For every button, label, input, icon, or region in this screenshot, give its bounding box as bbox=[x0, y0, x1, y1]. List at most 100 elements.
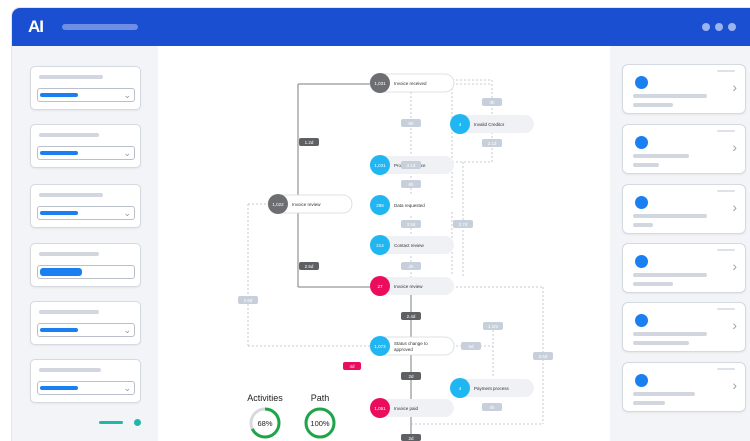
edge-badge: 2.6d bbox=[238, 296, 258, 304]
edge-badge: 2.7d bbox=[453, 220, 473, 228]
case-card[interactable]: › bbox=[622, 124, 746, 174]
filter-select[interactable]: ⌄ bbox=[37, 146, 135, 160]
svg-text:1.2d: 1.2d bbox=[305, 140, 314, 145]
filter-select[interactable]: ⌄ bbox=[37, 323, 135, 337]
edge-badge: 2d bbox=[401, 434, 421, 441]
chevron-down-icon: ⌄ bbox=[123, 208, 131, 218]
process-map[interactable]: 1,031 Invoice received 4 Invalid Credito… bbox=[158, 46, 610, 441]
edge-badge: 2.1d bbox=[482, 139, 502, 147]
edge-badge: 6h bbox=[401, 180, 421, 188]
filter-panel: ⌄ ⌄ ⌄ ⌄ ⌄ bbox=[12, 46, 158, 441]
status-dot-icon bbox=[635, 76, 648, 89]
svg-text:3.6d: 3.6d bbox=[539, 354, 548, 359]
filter-card: ⌄ bbox=[30, 359, 141, 403]
node-invoice-paid[interactable]: 1,051 Invoice paid bbox=[370, 398, 454, 418]
svg-text:6h: 6h bbox=[408, 182, 414, 187]
svg-text:27: 27 bbox=[377, 284, 383, 289]
filter-input[interactable] bbox=[37, 265, 135, 279]
node-status-change[interactable]: 1,073 Status change to approved bbox=[369, 336, 455, 356]
status-dot bbox=[134, 419, 141, 426]
svg-text:6h: 6h bbox=[408, 121, 414, 126]
status-dot-icon bbox=[635, 255, 648, 268]
chevron-right-icon: › bbox=[732, 377, 737, 393]
case-card[interactable]: › bbox=[622, 184, 746, 234]
svg-text:3.5d: 3.5d bbox=[407, 222, 416, 227]
chevron-down-icon: ⌄ bbox=[123, 325, 131, 335]
svg-text:3.1d: 3.1d bbox=[407, 163, 416, 168]
svg-text:approved: approved bbox=[394, 347, 413, 352]
node-invoice-review[interactable]: 27 Invoice review bbox=[370, 276, 454, 296]
more-menu-icon[interactable] bbox=[702, 23, 736, 31]
edge-badge: 2h bbox=[401, 262, 421, 270]
svg-text:1.1m: 1.1m bbox=[488, 324, 498, 329]
filter-card: ⌄ bbox=[30, 66, 141, 110]
edge-badge: 6h bbox=[401, 119, 421, 127]
svg-text:Invoice review: Invoice review bbox=[394, 284, 423, 289]
case-card[interactable]: › bbox=[622, 362, 746, 412]
svg-text:2d: 2d bbox=[408, 374, 414, 379]
svg-text:Invalid Creditor: Invalid Creditor bbox=[474, 122, 505, 127]
node-payment-process[interactable]: 4 Payment process bbox=[450, 378, 534, 398]
edge-badge: 3.5d bbox=[401, 220, 421, 228]
svg-text:3h: 3h bbox=[489, 100, 495, 105]
filter-select[interactable]: ⌄ bbox=[37, 88, 135, 102]
metric-activities: Activities 68% bbox=[247, 393, 283, 439]
svg-text:2d: 2d bbox=[408, 436, 414, 441]
svg-text:5d: 5d bbox=[468, 344, 474, 349]
svg-text:214: 214 bbox=[376, 243, 384, 248]
progress-indicator bbox=[99, 421, 123, 424]
svg-text:2h: 2h bbox=[408, 264, 414, 269]
chevron-right-icon: › bbox=[732, 317, 737, 333]
filter-select[interactable]: ⌄ bbox=[37, 381, 135, 395]
chevron-down-icon: ⌄ bbox=[123, 90, 131, 100]
edge-badge: 2.5d bbox=[299, 262, 319, 270]
chevron-right-icon: › bbox=[732, 258, 737, 274]
metric-title: Path bbox=[311, 393, 330, 403]
edge-badge: 1.2d bbox=[299, 138, 319, 146]
edge-badge: 1.1m bbox=[483, 322, 503, 330]
svg-text:2.4d: 2.4d bbox=[407, 314, 416, 319]
svg-text:298: 298 bbox=[376, 203, 384, 208]
svg-text:2.5d: 2.5d bbox=[305, 264, 314, 269]
edge-badge: 3.1d bbox=[401, 161, 421, 169]
edge-badge: 3.6d bbox=[533, 352, 553, 360]
edge-badge: 2d bbox=[401, 372, 421, 380]
svg-text:4h: 4h bbox=[489, 405, 495, 410]
node-invoice-review-left[interactable]: 1,022 Invoice review bbox=[267, 194, 353, 214]
edge-badge: 3h bbox=[482, 98, 502, 106]
case-card[interactable]: › bbox=[622, 243, 746, 293]
svg-text:Invoice paid: Invoice paid bbox=[394, 406, 419, 411]
process-map-canvas[interactable]: 1,031 Invoice received 4 Invalid Credito… bbox=[158, 46, 610, 441]
edge-badge: 2.4d bbox=[401, 312, 421, 320]
svg-text:Contact review: Contact review bbox=[394, 243, 425, 248]
status-dot-icon bbox=[635, 374, 648, 387]
filter-card bbox=[30, 243, 141, 287]
status-dot-icon bbox=[635, 314, 648, 327]
case-card[interactable]: › bbox=[622, 64, 746, 114]
filter-select[interactable]: ⌄ bbox=[37, 206, 135, 220]
node-invoice-received[interactable]: 1,031 Invoice received bbox=[369, 73, 455, 93]
filter-card: ⌄ bbox=[30, 184, 141, 228]
edge-badge: 5d bbox=[461, 342, 481, 350]
node-contact-review[interactable]: 214 Contact review bbox=[370, 235, 454, 255]
app-title-placeholder bbox=[62, 24, 138, 30]
case-card[interactable]: › bbox=[622, 302, 746, 352]
svg-text:2.6d: 2.6d bbox=[244, 298, 253, 303]
app-window: AI ⌄ ⌄ ⌄ ⌄ ⌄ 1,031 Invoice received 4 In… bbox=[12, 8, 750, 441]
app-logo[interactable]: AI bbox=[28, 17, 44, 37]
svg-text:Invoice review: Invoice review bbox=[292, 202, 321, 207]
svg-text:1,073: 1,073 bbox=[374, 344, 386, 349]
svg-text:2.1d: 2.1d bbox=[488, 141, 497, 146]
node-invalid-creditor[interactable]: 4 Invalid Creditor bbox=[450, 114, 534, 134]
svg-text:1,031: 1,031 bbox=[374, 163, 386, 168]
metric-value: 100% bbox=[310, 419, 330, 428]
edge-badge: 4h bbox=[482, 403, 502, 411]
chevron-right-icon: › bbox=[732, 199, 737, 215]
status-dot-icon bbox=[635, 136, 648, 149]
svg-text:4d: 4d bbox=[349, 364, 355, 369]
case-list-panel: › › › › › › bbox=[610, 46, 750, 441]
node-data-requested[interactable]: 298 Data requested bbox=[370, 195, 454, 215]
chevron-right-icon: › bbox=[732, 79, 737, 95]
svg-text:Payment process: Payment process bbox=[474, 386, 510, 391]
top-bar: AI bbox=[12, 8, 750, 46]
